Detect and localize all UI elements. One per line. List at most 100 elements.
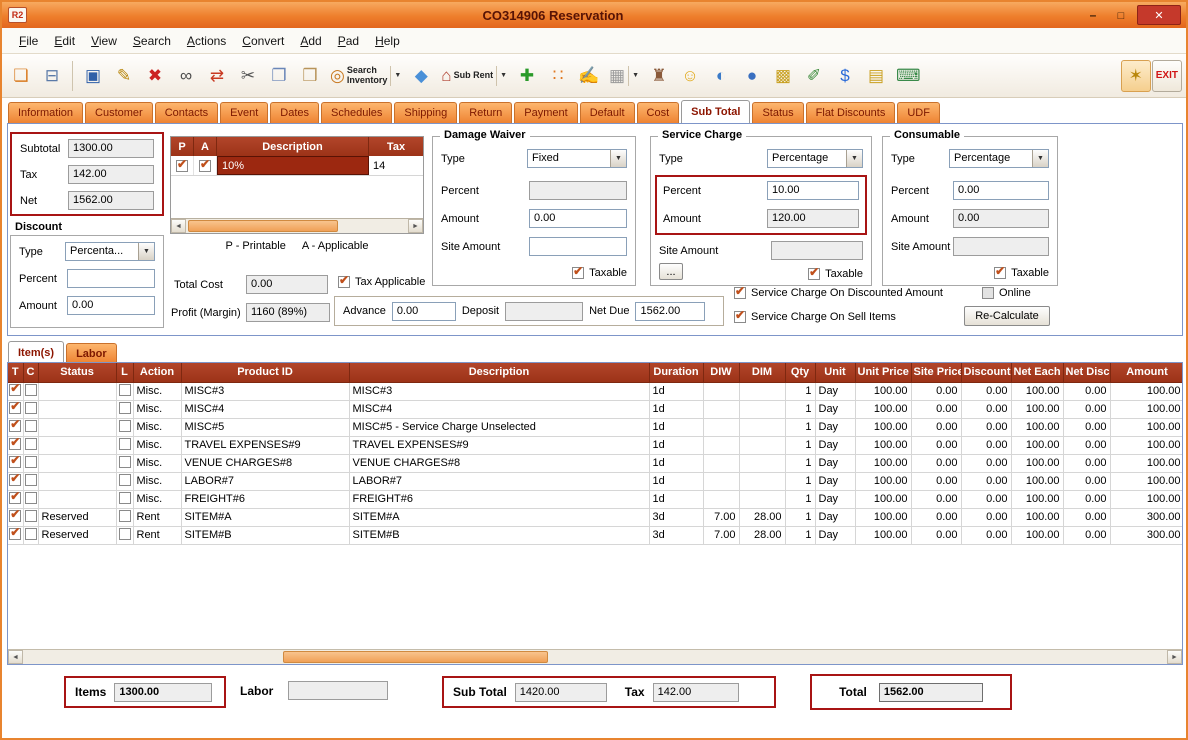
t-checkbox[interactable] <box>9 510 21 522</box>
cell-unit[interactable]: Day <box>815 508 855 526</box>
disk-button[interactable]: ● <box>737 60 767 92</box>
col-header-l[interactable]: L <box>116 363 133 382</box>
chevron-down-icon[interactable] <box>846 150 862 167</box>
consumable-percent-input[interactable]: 0.00 <box>953 181 1049 200</box>
tab-shipping[interactable]: Shipping <box>394 102 457 123</box>
cell-product-id[interactable]: SITEM#B <box>181 526 349 544</box>
l-checkbox[interactable] <box>119 474 131 486</box>
col-header-description[interactable]: Description <box>349 363 649 382</box>
cell-unit-price[interactable]: 100.00 <box>855 382 911 400</box>
cell-c[interactable] <box>23 382 38 400</box>
cell-diw[interactable] <box>703 382 739 400</box>
l-checkbox[interactable] <box>119 438 131 450</box>
scroll-left-icon[interactable] <box>8 650 23 664</box>
col-header-c[interactable]: C <box>23 363 38 382</box>
cell-unit-price[interactable]: 100.00 <box>855 526 911 544</box>
save-button[interactable]: ▣ <box>78 60 108 92</box>
col-header-net-each[interactable]: Net Each <box>1011 363 1063 382</box>
table-row[interactable]: Misc.MISC#5MISC#5 - Service Charge Unsel… <box>8 418 1183 436</box>
cell-dim[interactable] <box>739 436 785 454</box>
cell-net-disc[interactable]: 0.00 <box>1063 418 1110 436</box>
table-row[interactable]: ReservedRentSITEM#ASITEM#A3d7.0028.001Da… <box>8 508 1183 526</box>
cell-qty[interactable]: 1 <box>785 526 815 544</box>
smiley-button[interactable]: ☺ <box>675 60 705 92</box>
chevron-down-icon[interactable]: ▼ <box>390 66 401 86</box>
cell-dim[interactable] <box>739 490 785 508</box>
cell-amount[interactable]: 100.00 <box>1110 382 1183 400</box>
c-checkbox[interactable] <box>25 384 37 396</box>
cell-net-each[interactable]: 100.00 <box>1011 526 1063 544</box>
cell-product-id[interactable]: FREIGHT#6 <box>181 490 349 508</box>
table-row[interactable]: ReservedRentSITEM#BSITEM#B3d7.0028.001Da… <box>8 526 1183 544</box>
col-header-unit-price[interactable]: Unit Price <box>855 363 911 382</box>
cell-site-price[interactable]: 0.00 <box>911 508 961 526</box>
damage-waiver-taxable-checkbox[interactable] <box>572 267 584 279</box>
tax-applicable-checkbox[interactable] <box>338 276 350 288</box>
notes-button[interactable]: ✍ <box>574 60 604 92</box>
cell-net-disc[interactable]: 0.00 <box>1063 526 1110 544</box>
cell-l[interactable] <box>116 508 133 526</box>
cell-discount[interactable]: 0.00 <box>961 436 1011 454</box>
cell-unit-price[interactable]: 100.00 <box>855 400 911 418</box>
maximize-button[interactable] <box>1107 5 1135 25</box>
cell-diw[interactable]: 7.00 <box>703 526 739 544</box>
cell-duration[interactable]: 1d <box>649 418 703 436</box>
l-checkbox[interactable] <box>119 510 131 522</box>
cell-duration[interactable]: 1d <box>649 436 703 454</box>
fill-drop-button[interactable]: ◆ <box>406 60 436 92</box>
t-checkbox[interactable] <box>9 474 21 486</box>
cell-description[interactable]: FREIGHT#6 <box>349 490 649 508</box>
cell-description[interactable]: SITEM#A <box>349 508 649 526</box>
find-button[interactable]: ∞ <box>171 60 201 92</box>
c-checkbox[interactable] <box>25 510 37 522</box>
cell-net-disc[interactable]: 0.00 <box>1063 436 1110 454</box>
cell-unit-price[interactable]: 100.00 <box>855 436 911 454</box>
cell-l[interactable] <box>116 490 133 508</box>
cell-discount[interactable]: 0.00 <box>961 490 1011 508</box>
scroll-right-icon[interactable] <box>1167 650 1182 664</box>
edit-button[interactable]: ✎ <box>109 60 139 92</box>
scroll-right-icon[interactable] <box>408 219 423 233</box>
cell-t[interactable] <box>8 436 23 454</box>
c-checkbox[interactable] <box>25 492 37 504</box>
cell-t[interactable] <box>8 400 23 418</box>
tab-cost[interactable]: Cost <box>637 102 680 123</box>
waiver-scrollbar-thumb[interactable] <box>188 220 338 232</box>
cell-amount[interactable]: 300.00 <box>1110 526 1183 544</box>
cell-site-price[interactable]: 0.00 <box>911 490 961 508</box>
online-checkbox[interactable] <box>982 287 994 299</box>
advance-input[interactable]: 0.00 <box>392 302 456 321</box>
cell-discount[interactable]: 0.00 <box>961 382 1011 400</box>
cell-action[interactable]: Misc. <box>133 454 181 472</box>
sc-on-sell-row[interactable]: Service Charge On Sell Items <box>734 310 896 324</box>
col-header-net-disc[interactable]: Net Disc <box>1063 363 1110 382</box>
c-checkbox[interactable] <box>25 456 37 468</box>
tab-default[interactable]: Default <box>580 102 635 123</box>
cell-qty[interactable]: 1 <box>785 508 815 526</box>
cell-qty[interactable]: 1 <box>785 436 815 454</box>
consumable-taxable-checkbox[interactable] <box>994 267 1006 279</box>
t-checkbox[interactable] <box>9 420 21 432</box>
tab-labor[interactable]: Labor <box>66 343 117 363</box>
cell-amount[interactable]: 100.00 <box>1110 400 1183 418</box>
cell-description[interactable]: MISC#4 <box>349 400 649 418</box>
company-button[interactable]: ♜ <box>644 60 674 92</box>
cell-dim[interactable] <box>739 382 785 400</box>
tab-customer[interactable]: Customer <box>85 102 153 123</box>
cell-diw[interactable] <box>703 454 739 472</box>
cell-product-id[interactable]: SITEM#A <box>181 508 349 526</box>
cell-c[interactable] <box>23 526 38 544</box>
cell-duration[interactable]: 1d <box>649 400 703 418</box>
cell-duration[interactable]: 1d <box>649 490 703 508</box>
cell-product-id[interactable]: VENUE CHARGES#8 <box>181 454 349 472</box>
cell-net-each[interactable]: 100.00 <box>1011 436 1063 454</box>
menu-help[interactable]: Help <box>367 31 408 51</box>
cell-net-disc[interactable]: 0.00 <box>1063 382 1110 400</box>
discount-percent-input[interactable] <box>67 269 155 288</box>
cell-c[interactable] <box>23 490 38 508</box>
col-header-dim[interactable]: DIM <box>739 363 785 382</box>
sc-on-sell-checkbox[interactable] <box>734 311 746 323</box>
col-header-action[interactable]: Action <box>133 363 181 382</box>
cell-c[interactable] <box>23 508 38 526</box>
cell-unit[interactable]: Day <box>815 400 855 418</box>
